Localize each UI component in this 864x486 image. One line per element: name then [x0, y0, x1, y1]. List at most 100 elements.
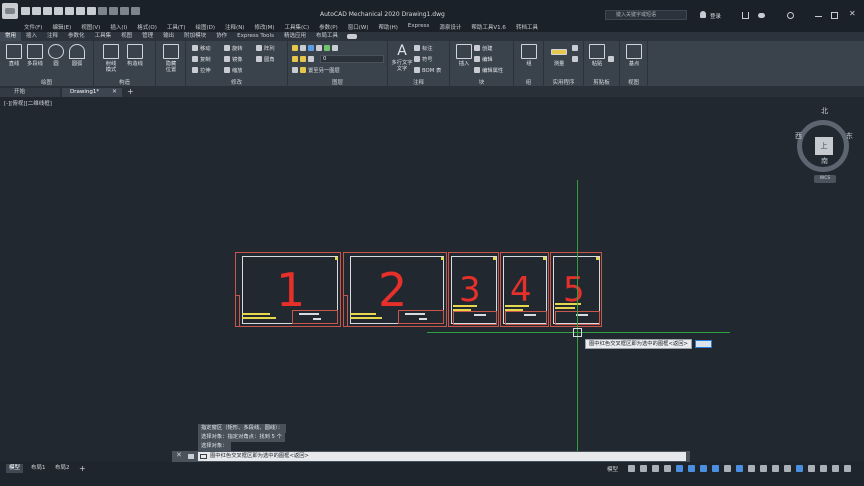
tab-collaborate[interactable]: 协作: [211, 32, 232, 41]
dimension-button[interactable]: 标注: [414, 44, 433, 52]
annotation-panel-title[interactable]: 注释: [388, 78, 449, 86]
search-input[interactable]: 键入关键字或短语: [605, 10, 687, 20]
isodraft-icon[interactable]: [700, 465, 707, 472]
customization-menu-icon[interactable]: [844, 465, 851, 472]
object-snap-icon[interactable]: [724, 465, 731, 472]
create-block-button[interactable]: 创建: [474, 44, 493, 52]
command-input[interactable]: 图中红色交叉框区即为选中的图框<返回>: [198, 452, 686, 461]
drawing-frame-5[interactable]: 5: [550, 252, 602, 327]
transparency-icon[interactable]: [748, 465, 755, 472]
layer-dropdown[interactable]: 0: [320, 55, 384, 63]
view-panel-title[interactable]: 视图: [620, 78, 647, 86]
menu-convert-tools[interactable]: 转档工具: [511, 22, 543, 32]
bulb-icon[interactable]: [292, 56, 298, 62]
compass-east[interactable]: 东: [846, 131, 853, 141]
layer-match-button[interactable]: 置至另一图层: [292, 66, 340, 74]
open-file-icon[interactable]: [32, 7, 41, 15]
tab-output[interactable]: 输出: [158, 32, 179, 41]
drawing-frame-3[interactable]: 3: [448, 252, 499, 327]
move-button[interactable]: 移动: [192, 44, 211, 52]
save-web-icon[interactable]: [76, 7, 85, 15]
autocad-logo-icon[interactable]: [2, 3, 18, 19]
drawing-frame-1[interactable]: 1: [235, 252, 341, 327]
layer-off-icon[interactable]: [316, 45, 322, 51]
tab-addins[interactable]: 附加模块: [179, 32, 211, 41]
sun-icon[interactable]: [300, 56, 306, 62]
dynamic-input-icon[interactable]: [664, 465, 671, 472]
open-web-icon[interactable]: [65, 7, 74, 15]
layers-panel-title[interactable]: 图层: [288, 78, 387, 86]
tab-model[interactable]: 模型: [6, 464, 24, 473]
group-button[interactable]: 组: [516, 43, 542, 75]
close-window-button[interactable]: ✕: [849, 9, 857, 18]
rotate-button[interactable]: 旋转: [224, 44, 243, 52]
cloud-icon[interactable]: [758, 13, 765, 18]
workspace-icon[interactable]: [120, 7, 129, 15]
tab-parametric[interactable]: 参数化: [63, 32, 90, 41]
tab-toolsets[interactable]: 工具集: [90, 32, 117, 41]
group-panel-title[interactable]: 组: [514, 78, 543, 86]
edit-attributes-button[interactable]: 编辑属性: [474, 66, 503, 74]
menu-annotate[interactable]: 注释(N): [220, 22, 249, 32]
clipboard-panel-title[interactable]: 剪贴板: [584, 78, 619, 86]
command-close-icon[interactable]: ✕: [176, 451, 182, 459]
copy-button[interactable]: 复制: [192, 55, 211, 63]
menu-window[interactable]: 窗口(W): [343, 22, 374, 32]
layer-properties-icon[interactable]: [292, 45, 298, 51]
tab-annotate[interactable]: 注释: [42, 32, 63, 41]
modify-panel-title[interactable]: 修改: [186, 78, 287, 86]
minimize-button[interactable]: [815, 16, 822, 17]
utilities-panel-title[interactable]: 实用程序: [544, 78, 583, 86]
new-file-icon[interactable]: [21, 7, 30, 15]
print-icon[interactable]: [87, 7, 96, 15]
stretch-button[interactable]: 拉伸: [192, 66, 211, 74]
isolate-objects-icon[interactable]: [832, 465, 839, 472]
annotation-scale-icon[interactable]: [772, 465, 779, 472]
layer-freeze-icon[interactable]: [332, 45, 338, 51]
base-point-button[interactable]: 基点: [621, 43, 647, 75]
bom-button[interactable]: BOM 表: [414, 66, 441, 74]
scale-button[interactable]: 缩放: [224, 66, 243, 74]
tab-insert[interactable]: 插入: [21, 32, 42, 41]
menu-toolsets[interactable]: 工具集(C): [280, 22, 315, 32]
tab-layout-tools[interactable]: 布局工具: [311, 32, 343, 41]
dynamic-input-field[interactable]: [695, 340, 712, 348]
menu-insert[interactable]: 插入(I): [105, 22, 132, 32]
arc-button[interactable]: 圆弧: [64, 43, 90, 75]
sign-in-label[interactable]: 登录: [710, 12, 721, 20]
tab-start[interactable]: 开始: [0, 88, 60, 97]
menu-edit[interactable]: 编辑(E): [47, 22, 76, 32]
menu-help[interactable]: 帮助(H): [373, 22, 402, 32]
tab-layout2[interactable]: 布局2: [52, 464, 73, 473]
undo-icon[interactable]: [98, 7, 107, 15]
units-icon[interactable]: [808, 465, 815, 472]
symbol-button[interactable]: 符号: [414, 55, 433, 63]
wcs-menu[interactable]: WCS: [814, 175, 836, 183]
layer-match-icon[interactable]: [324, 45, 330, 51]
help-icon[interactable]: [787, 12, 794, 19]
tab-home[interactable]: 常用: [0, 32, 22, 41]
annotation-monitor-icon[interactable]: [796, 465, 803, 472]
draw-panel-title[interactable]: 绘图: [0, 78, 93, 86]
paste-button[interactable]: 粘贴: [584, 43, 610, 75]
menu-file[interactable]: 文件(F): [0, 22, 47, 32]
viewcube-top-face[interactable]: 上: [815, 137, 833, 155]
block-panel-title[interactable]: 块: [450, 78, 513, 86]
quick-properties-icon[interactable]: [820, 465, 827, 472]
cart-icon[interactable]: [742, 12, 749, 19]
menu-tools[interactable]: 工具(T): [162, 22, 191, 32]
utility-small-1[interactable]: [572, 44, 578, 52]
utility-small-2[interactable]: [572, 55, 578, 63]
object-snap-tracking-icon[interactable]: [712, 465, 719, 472]
lineweight-icon[interactable]: [736, 465, 743, 472]
tab-express-tools[interactable]: Express Tools: [232, 32, 279, 41]
maximize-button[interactable]: [831, 12, 838, 19]
layer-iso-icon[interactable]: [308, 45, 314, 51]
clip-copy-button[interactable]: [608, 55, 614, 63]
close-tab-icon[interactable]: ✕: [112, 88, 117, 95]
menu-view[interactable]: 视图(V): [76, 22, 105, 32]
compass-west[interactable]: 西: [795, 131, 802, 141]
snap-icon[interactable]: [640, 465, 647, 472]
viewport-controls[interactable]: [-][俯视][二维线框]: [4, 99, 52, 107]
user-icon[interactable]: [700, 11, 706, 18]
